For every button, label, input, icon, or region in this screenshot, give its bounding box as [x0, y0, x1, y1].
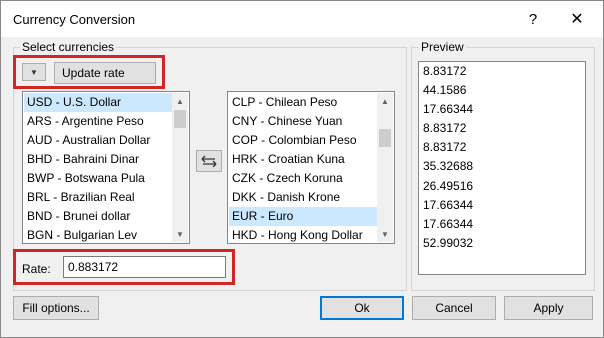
title-bar: Currency Conversion ? ✕: [1, 1, 603, 37]
list-item[interactable]: EUR - Euro: [229, 207, 377, 226]
apply-button[interactable]: Apply: [504, 296, 593, 320]
scroll-down-icon[interactable]: ▼: [377, 226, 393, 242]
preview-value: 17.66344: [423, 197, 474, 212]
rate-label: Rate:: [22, 262, 51, 276]
scrollbar-thumb[interactable]: [174, 110, 186, 128]
preview-value: 35.32688: [423, 159, 474, 174]
preview-list: 8.83172 44.1586 17.66344 8.83172 8.83172…: [418, 61, 586, 275]
target-currency-items: CLP - Chilean Peso CNY - Chinese Yuan CO…: [229, 93, 377, 243]
preview-value: 8.83172: [423, 64, 467, 78]
list-item[interactable]: HRK - Croatian Kuna: [229, 150, 377, 169]
list-item[interactable]: BHD - Bahraini Dinar: [24, 150, 172, 169]
preview-value: 44.1586: [423, 83, 467, 98]
list-item[interactable]: DKK - Danish Krone: [229, 188, 377, 207]
source-currency-list[interactable]: USD - U.S. Dollar ARS - Argentine Peso A…: [22, 91, 190, 244]
list-item[interactable]: COP - Colombian Peso: [229, 131, 377, 150]
rate-input[interactable]: 0.883172: [63, 256, 226, 278]
list-item[interactable]: USD - U.S. Dollar: [24, 93, 172, 112]
scroll-up-icon[interactable]: ▲: [377, 93, 393, 109]
source-list-scrollbar[interactable]: ▲ ▼: [172, 93, 188, 242]
swap-currencies-button[interactable]: [196, 150, 222, 172]
list-item[interactable]: BGN - Bulgarian Lev: [24, 226, 172, 243]
preview-label: Preview: [419, 40, 466, 54]
cancel-button[interactable]: Cancel: [412, 296, 496, 320]
list-item[interactable]: BND - Brunei dollar: [24, 207, 172, 226]
list-item[interactable]: BWP - Botswana Pula: [24, 169, 172, 188]
preview-value: 52.99032: [423, 235, 474, 250]
list-item[interactable]: CLP - Chilean Peso: [229, 93, 377, 112]
preview-value: 26.49516: [423, 178, 474, 193]
dialog-title: Currency Conversion: [13, 12, 136, 27]
scroll-up-icon[interactable]: ▲: [172, 93, 188, 109]
list-item[interactable]: HKD - Hong Kong Dollar: [229, 226, 377, 243]
list-item[interactable]: CNY - Chinese Yuan: [229, 112, 377, 131]
fill-options-button[interactable]: Fill options...: [13, 296, 99, 320]
preview-value: 8.83172: [423, 121, 467, 136]
select-currencies-label: Select currencies: [20, 40, 117, 54]
list-item[interactable]: ARS - Argentine Peso: [24, 112, 172, 131]
update-rate-button[interactable]: Update rate: [54, 62, 156, 84]
scrollbar-thumb[interactable]: [379, 129, 391, 147]
source-currency-items: USD - U.S. Dollar ARS - Argentine Peso A…: [24, 93, 172, 243]
list-item[interactable]: CZK - Czech Koruna: [229, 169, 377, 188]
close-button[interactable]: ✕: [557, 5, 597, 33]
list-item[interactable]: AUD - Australian Dollar: [24, 131, 172, 150]
preview-value: 17.66344: [423, 102, 474, 117]
scroll-down-icon[interactable]: ▼: [172, 226, 188, 242]
list-item[interactable]: BRL - Brazilian Real: [24, 188, 172, 207]
ok-button[interactable]: Ok: [320, 296, 404, 320]
currency-conversion-dialog: Currency Conversion ? ✕ Select currencie…: [0, 0, 604, 338]
target-list-scrollbar[interactable]: ▲ ▼: [377, 93, 393, 242]
target-currency-list[interactable]: CLP - Chilean Peso CNY - Chinese Yuan CO…: [227, 91, 395, 244]
triangle-down-icon: ▼: [30, 67, 38, 77]
update-rate-dropdown-button[interactable]: ▼: [22, 63, 46, 81]
help-button[interactable]: ?: [513, 5, 553, 33]
preview-value: 17.66344: [423, 216, 474, 231]
swap-arrows-icon: [201, 155, 217, 167]
preview-value: 8.83172: [423, 140, 467, 155]
